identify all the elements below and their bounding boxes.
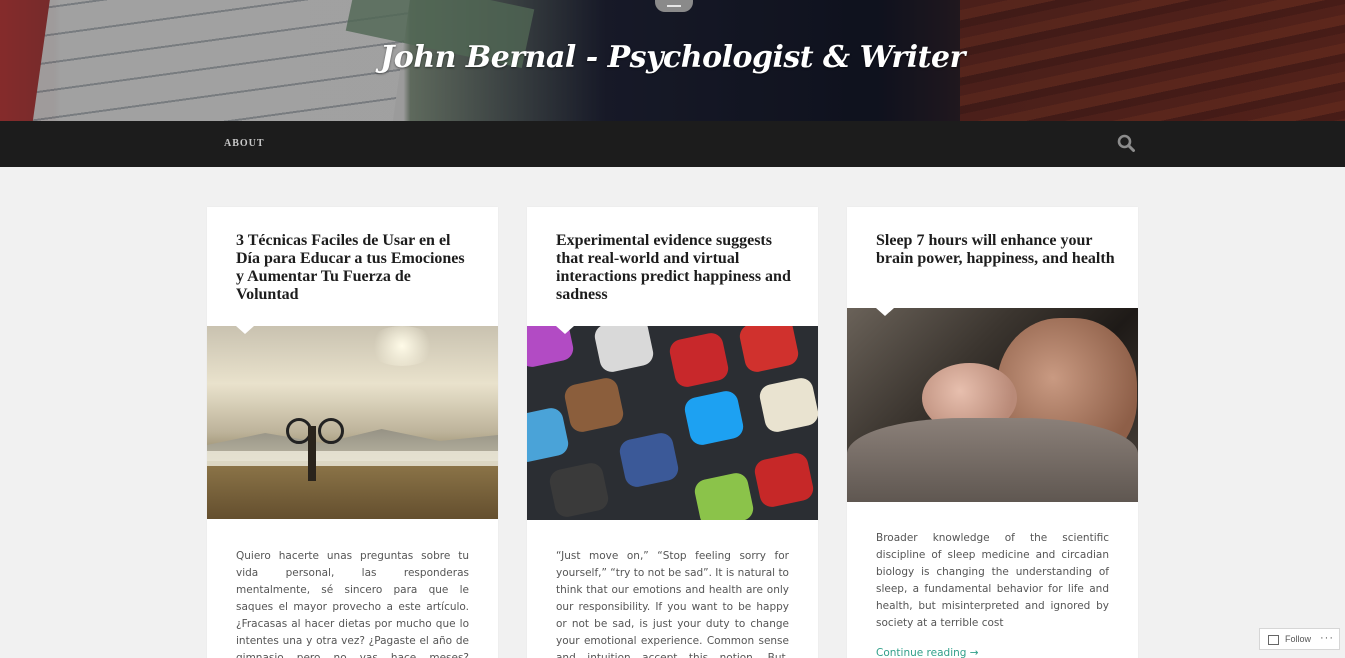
post-excerpt: Quiero hacerte unas preguntas sobre tu v… xyxy=(236,550,469,658)
post-card: 3 Técnicas Faciles de Usar en el Día par… xyxy=(207,207,498,658)
continue-reading-link[interactable]: Continue reading → xyxy=(876,647,979,658)
more-options-icon[interactable]: ··· xyxy=(1320,632,1334,644)
post-title[interactable]: Sleep 7 hours will enhance your brain po… xyxy=(876,232,1116,268)
post-title[interactable]: 3 Técnicas Faciles de Usar en el Día par… xyxy=(236,232,476,304)
post-image-phone-apps[interactable] xyxy=(527,326,818,520)
main-navigation: ABOUT xyxy=(0,121,1345,167)
follow-widget[interactable]: Follow ··· xyxy=(1259,628,1340,650)
post-title[interactable]: Experimental evidence suggests that real… xyxy=(556,232,796,304)
site-title[interactable]: John Bernal - Psychologist & Writer xyxy=(0,40,1345,75)
post-excerpt: Broader knowledge of the scientific disc… xyxy=(876,532,1109,629)
follow-label[interactable]: Follow xyxy=(1285,634,1311,644)
post-card: Sleep 7 hours will enhance your brain po… xyxy=(847,207,1138,658)
post-card: Experimental evidence suggests that real… xyxy=(527,207,818,658)
post-excerpt: “Just move on,” “Stop feeling sorry for … xyxy=(556,550,789,658)
nav-item-about[interactable]: ABOUT xyxy=(224,138,265,149)
follow-icon xyxy=(1268,635,1279,645)
header-toggle-tab[interactable] xyxy=(655,0,693,12)
post-image-father-baby[interactable] xyxy=(847,308,1138,502)
search-icon[interactable] xyxy=(1117,134,1135,152)
post-image-cyclist[interactable] xyxy=(207,326,498,519)
